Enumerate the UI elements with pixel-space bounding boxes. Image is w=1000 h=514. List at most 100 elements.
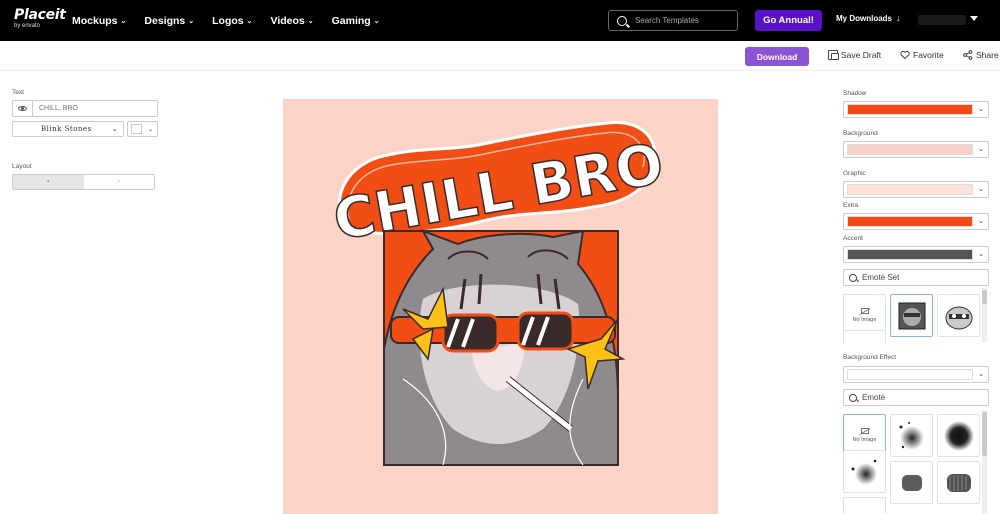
brand-name: Placeit — [14, 7, 66, 23]
brand-sub: by envato — [14, 23, 41, 29]
shadow-color-picker[interactable]: ⌄ — [843, 101, 989, 118]
splat-thumbnail — [943, 420, 974, 451]
search-icon — [849, 273, 857, 282]
shadow-color-swatch — [847, 104, 973, 115]
emote-set-option-cat[interactable] — [890, 294, 933, 337]
share-icon — [963, 50, 973, 60]
chevron-down-icon: ⌄ — [307, 17, 314, 25]
favorite-button[interactable]: Favorite — [900, 50, 944, 60]
cat-illustration — [383, 229, 626, 466]
chevron-down-icon: ⌄ — [978, 218, 984, 225]
download-arrow-icon: ↓ — [896, 13, 901, 23]
eye-icon — [18, 106, 27, 111]
share-label: Share — [976, 50, 999, 60]
font-select[interactable]: Blink Stones ⌄ — [12, 121, 124, 137]
chevron-down-icon: ⌄ — [978, 251, 984, 258]
background-color-picker[interactable]: ⌄ — [843, 141, 989, 158]
layout-icon: ▫ — [117, 179, 120, 185]
search-templates[interactable] — [608, 10, 738, 31]
layout-option-1[interactable]: ▪ — [13, 175, 84, 189]
extra-color-swatch — [847, 216, 973, 227]
scroll-thumb[interactable] — [982, 412, 987, 456]
design-canvas[interactable]: CHILL BRO — [283, 99, 718, 514]
emote-option-splat-2[interactable] — [937, 414, 980, 457]
visibility-toggle[interactable] — [13, 101, 33, 116]
accent-color-swatch — [847, 249, 973, 260]
nav-gaming[interactable]: Gaming ⌄ — [332, 15, 380, 27]
no-image-icon — [860, 428, 869, 434]
nav-videos[interactable]: Videos ⌄ — [271, 15, 314, 27]
heart-icon — [900, 50, 910, 60]
text-color-picker[interactable]: ⌄ — [127, 121, 158, 137]
emote-search[interactable]: Emote — [843, 389, 989, 406]
nav-logos-label: Logos — [212, 14, 244, 27]
chevron-down-icon: ⌄ — [188, 17, 195, 25]
splat-thumbnail — [851, 459, 877, 485]
cat-thumbnail — [898, 302, 925, 329]
background-label: Background — [843, 130, 878, 137]
layout-icon: ▪ — [47, 179, 50, 185]
scroll-thumb[interactable] — [982, 290, 987, 304]
emote-set-option-raccoon[interactable] — [937, 294, 980, 337]
emote-option-splat-1[interactable] — [890, 414, 933, 457]
chill-bro-artwork: CHILL BRO — [328, 121, 669, 466]
emote-option-partial[interactable] — [843, 497, 886, 514]
top-navbar: Placeit by envato Mockups ⌄ Designs ⌄ Logo… — [0, 0, 1000, 41]
search-input[interactable] — [635, 16, 725, 25]
emote-placeholder: Emote — [862, 393, 886, 402]
save-draft-button[interactable]: Save Draft — [828, 50, 881, 60]
chevron-down-icon: ⌄ — [246, 17, 253, 25]
no-image-label: No Image — [852, 437, 877, 443]
extra-label: Extra — [843, 202, 859, 209]
nav-designs[interactable]: Designs ⌄ — [144, 15, 194, 27]
download-button[interactable]: Download — [745, 47, 809, 66]
save-draft-label: Save Draft — [841, 50, 882, 60]
emote-option-smudge-1[interactable] — [890, 461, 933, 504]
chevron-down-icon: ⌄ — [120, 17, 127, 25]
my-downloads-link[interactable]: My Downloads ↓ — [836, 13, 901, 23]
graphic-color-picker[interactable]: ⌄ — [843, 181, 989, 198]
account-menu[interactable] — [918, 15, 966, 25]
extra-color-picker[interactable]: ⌄ — [843, 213, 989, 230]
background-effect-label: Background Effect — [843, 354, 896, 361]
background-effect-swatch — [847, 369, 973, 380]
emote-scrollbar[interactable] — [982, 410, 987, 514]
emote-set-scrollbar[interactable] — [982, 288, 987, 342]
chevron-down-icon: ⌄ — [373, 17, 380, 25]
favorite-label: Favorite — [913, 50, 944, 60]
smudge-thumbnail — [901, 474, 922, 491]
background-effect-select[interactable]: ⌄ — [843, 366, 989, 383]
emote-set-search[interactable]: Emote Set — [843, 269, 989, 286]
emote-set-option-partial[interactable] — [843, 330, 886, 344]
share-button[interactable]: Share — [963, 50, 999, 60]
chevron-down-icon: ⌄ — [978, 146, 984, 153]
accent-label: Accent — [843, 235, 863, 242]
chevron-down-icon: ⌄ — [978, 186, 984, 193]
placeit-logo[interactable]: Placeit by envato — [14, 7, 66, 34]
nav-designs-label: Designs — [144, 14, 186, 27]
nav-mockups-label: Mockups — [72, 14, 118, 27]
shadow-label: Shadow — [843, 90, 867, 97]
layout-options: ▪ ▫ — [12, 174, 155, 190]
layout-option-2[interactable]: ▫ — [84, 175, 155, 189]
chevron-down-icon: ⌄ — [148, 126, 154, 133]
nav-gaming-label: Gaming — [331, 14, 371, 27]
nav-logos[interactable]: Logos ⌄ — [212, 15, 252, 27]
caret-down-icon[interactable] — [970, 16, 978, 21]
emote-option-splat-3[interactable] — [843, 450, 886, 493]
save-draft-icon — [828, 50, 839, 60]
no-image-label: No Image — [852, 317, 877, 323]
nav-mockups[interactable]: Mockups ⌄ — [72, 15, 126, 27]
emote-set-placeholder: Emote Set — [862, 273, 900, 282]
go-annual-button[interactable]: Go Annual! — [755, 10, 822, 31]
accent-color-picker[interactable]: ⌄ — [843, 246, 989, 263]
text-input[interactable] — [33, 105, 153, 112]
chevron-down-icon: ⌄ — [978, 106, 984, 113]
search-icon — [617, 15, 627, 26]
text-section-label: Text — [12, 89, 24, 96]
chevron-down-icon: ⌄ — [111, 126, 118, 133]
emote-option-smudge-2[interactable] — [937, 461, 980, 504]
text-field[interactable] — [12, 100, 158, 117]
text-color-swatch — [131, 124, 142, 134]
font-select-value: Blink Stones — [41, 125, 92, 133]
